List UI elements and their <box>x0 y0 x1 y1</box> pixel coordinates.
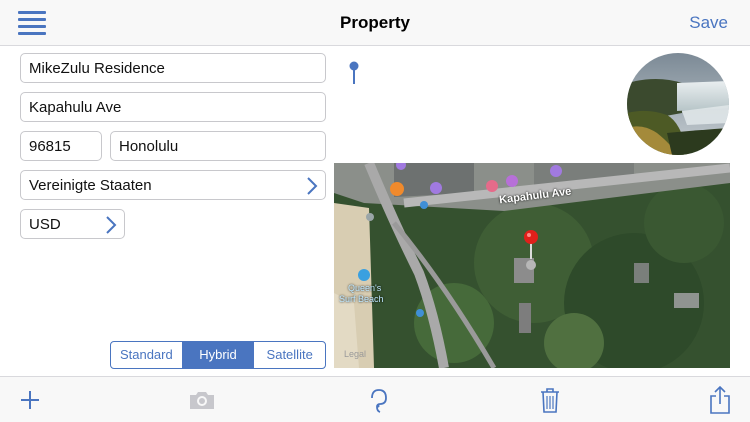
property-photo[interactable] <box>627 53 729 155</box>
map-poi-label-line2: Surf Beach <box>339 294 384 304</box>
currency-selector[interactable]: USD <box>20 209 125 239</box>
map-poi-label-line1: Queen's <box>348 283 382 293</box>
bottom-toolbar <box>0 376 750 422</box>
plus-icon[interactable] <box>17 386 43 414</box>
page-title: Property <box>340 13 410 32</box>
share-icon[interactable] <box>707 386 733 414</box>
camera-icon[interactable] <box>188 386 216 414</box>
trash-icon[interactable] <box>537 386 563 414</box>
map-legal-label[interactable]: Legal <box>344 349 366 359</box>
map-type-segmented-control: Standard Hybrid Satellite <box>110 341 326 369</box>
map-type-hybrid[interactable]: Hybrid <box>182 342 255 368</box>
map-view[interactable]: Kapahulu Ave Queen's Surf Beach Legal <box>334 163 730 368</box>
map-type-satellite[interactable]: Satellite <box>254 342 325 368</box>
street-field[interactable]: Kapahulu Ave <box>20 92 326 122</box>
chevron-right-icon <box>106 216 117 234</box>
lasso-icon[interactable] <box>366 386 392 414</box>
currency-value: USD <box>29 216 61 233</box>
country-value: Vereinigte Staaten <box>29 177 152 194</box>
save-button[interactable]: Save <box>689 13 728 33</box>
navigation-bar: Property Save <box>0 0 750 46</box>
waterfall-photo-image <box>627 53 729 155</box>
location-pin-icon[interactable] <box>348 61 360 85</box>
zip-field[interactable]: 96815 <box>20 131 102 161</box>
country-selector[interactable]: Vereinigte Staaten <box>20 170 326 200</box>
map-type-standard[interactable]: Standard <box>111 342 183 368</box>
chevron-right-icon <box>307 177 318 195</box>
city-field[interactable]: Honolulu <box>110 131 326 161</box>
property-name-field[interactable]: MikeZulu Residence <box>20 53 326 83</box>
